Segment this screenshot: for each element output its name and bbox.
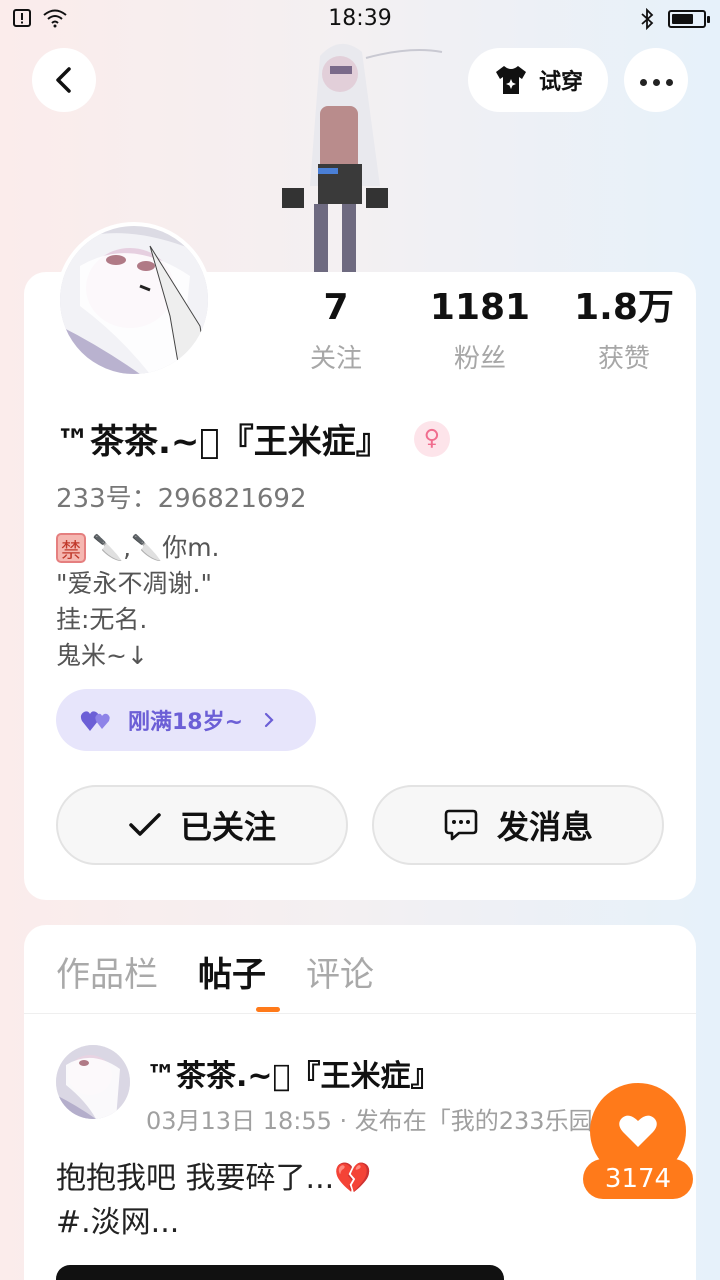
send-message-label: 发消息 [496,808,593,846]
user-id: 233号：296821692 [56,484,307,514]
checkmark-icon [129,813,161,836]
double-heart-icon [80,711,110,731]
more-icon [637,71,676,90]
heart-icon [619,1115,657,1147]
tabs-divider [24,1013,696,1014]
post-author-name[interactable]: ™茶茶.~ 『王米症』 [146,1051,441,1095]
stat-likes-value: 1.8万 [574,287,674,328]
tab-posts[interactable]: 帖子 [198,947,266,996]
stat-likes[interactable]: 1.8万 获赞 [552,286,696,375]
stat-following-value: 7 [323,287,349,328]
profile-avatar[interactable] [56,222,212,378]
more-button[interactable] [624,48,688,112]
bluetooth-icon [641,8,654,30]
bio-line-2: "爱永不凋谢." [56,569,212,598]
status-right [640,8,710,30]
try-on-button[interactable]: 试穿 [468,48,608,112]
post-text-line-2: #.淡网... [56,1205,180,1240]
female-gender-icon: ♀ [413,420,450,457]
username: ™茶茶.~ 『王米症』 [56,422,390,462]
age-tag-label: 刚满18岁~ [128,710,244,735]
back-button[interactable] [32,48,96,112]
send-message-button[interactable]: 发消息 [372,785,664,865]
content-tabs: 作品栏 帖子 评论 [56,947,374,996]
active-tab-indicator [256,1007,280,1012]
tab-comments[interactable]: 评论 [306,947,374,996]
stat-followers-label: 粉丝 [453,344,506,374]
profile-stats: 7 关注 1181 粉丝 1.8万 获赞 [264,286,696,375]
chevron-left-icon [56,67,71,93]
stat-followers-value: 1181 [429,287,531,328]
post-author-avatar[interactable] [56,1045,130,1119]
bio-line-1: 禁 🔪,🔪你m. [56,530,220,566]
stat-likes-label: 获赞 [597,344,650,374]
age-tag-pill[interactable]: 刚满18岁~ [56,689,316,751]
post-media-thumbnail[interactable] [56,1265,504,1280]
bio-line-1-text: 🔪,🔪你m. [92,533,220,562]
bio: 禁 🔪,🔪你m. "爱永不凋谢." 挂:无名. 鬼米~↓ [56,530,220,674]
chat-bubble-icon [444,809,478,841]
following-label: 已关注 [179,808,276,846]
stat-following[interactable]: 7 关注 [264,286,408,375]
tshirt-icon [495,66,526,94]
stat-following-label: 关注 [309,344,362,374]
content-card: 作品栏 帖子 评论 ™茶茶.~ 『王米症』 03月13日 18:55 · 发布在… [24,925,696,1280]
battery-icon [668,10,710,28]
bio-line-4: 鬼米~↓ [56,641,148,670]
bio-line-3: 挂:无名. [56,605,148,634]
stat-followers[interactable]: 1181 粉丝 [408,286,552,375]
chevron-right-icon [264,712,274,728]
post-text-line-1: 抱抱我吧 我要碎了...💔 [56,1161,372,1196]
username-row: ™茶茶.~ 『王米症』 ♀ [56,414,450,463]
tab-works[interactable]: 作品栏 [56,947,158,996]
battery-fill [672,14,693,24]
post-text[interactable]: 抱抱我吧 我要碎了...💔 #.淡网... [56,1157,372,1245]
like-count: 3174 [583,1159,693,1199]
following-button[interactable]: 已关注 [56,785,348,865]
prohibited-badge-icon: 禁 [56,533,86,563]
try-on-label: 试穿 [538,70,583,95]
status-time: 18:39 [328,6,392,31]
avatar-character-figure [270,36,450,276]
status-bar: 18:39 [0,0,720,40]
